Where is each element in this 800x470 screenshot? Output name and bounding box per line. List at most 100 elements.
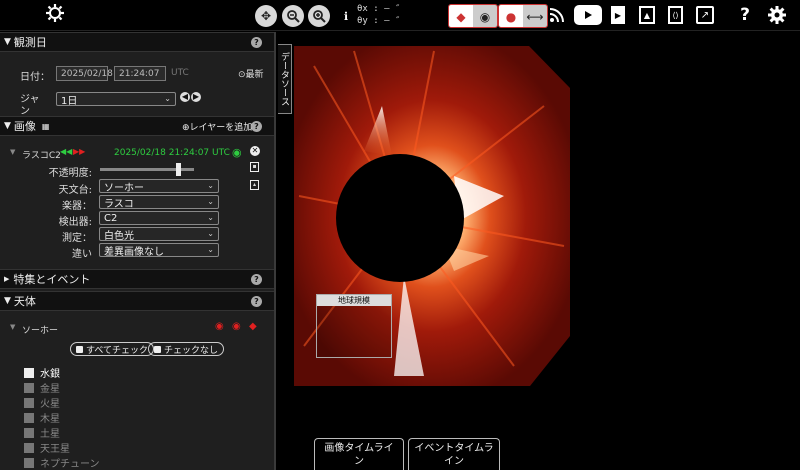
info-icon[interactable]: ℹ <box>341 9 351 23</box>
checkbox-icon <box>76 345 83 353</box>
help-icon[interactable]: ? <box>737 4 753 26</box>
top-toolbar: ✥ ℹ θx : – ″ θy : – ″ ◆ ◉ ● ⟷ ▶ ▲ ⟨⟩ ↗ ? <box>0 0 800 31</box>
globe-icon[interactable]: ● <box>499 5 523 27</box>
observatory-select[interactable]: ソーホー ⌄ <box>99 179 219 194</box>
image-timeline-button[interactable]: 画像タイムライン <box>314 438 404 470</box>
chevron-down-icon: ⌄ <box>207 245 214 254</box>
chevron-down-icon: ⌄ <box>164 94 171 103</box>
layer-collapse-icon[interactable]: ▼ <box>10 148 15 156</box>
youtube-icon[interactable] <box>574 5 602 25</box>
features-events-header[interactable]: ▶ 特集とイベント ? <box>0 269 274 289</box>
difference-select[interactable]: 差異画像なし ⌄ <box>99 243 219 258</box>
remove-layer-icon[interactable]: ✕ <box>250 146 260 156</box>
zoom-in-button[interactable] <box>308 5 330 27</box>
cube-3d-icon[interactable]: ◆ <box>449 5 473 27</box>
step-back-icon[interactable]: ◀◀ <box>60 147 72 156</box>
instrument-select[interactable]: ラスコ ⌄ <box>99 195 219 210</box>
body-item[interactable]: 天王星 <box>24 440 70 455</box>
jump-select[interactable]: 1日 ⌄ <box>56 92 176 107</box>
jump-back-button[interactable]: ◀ <box>180 92 190 102</box>
center-viewport-button[interactable]: ✥ <box>255 5 277 27</box>
timezone-label: UTC <box>171 68 189 78</box>
help-icon[interactable]: ? <box>251 121 262 132</box>
bodies-group-collapse-icon[interactable]: ▼ <box>10 323 15 331</box>
body-item[interactable]: 火星 <box>24 395 60 410</box>
theta-x-value: : – ″ <box>373 4 401 14</box>
check-none-button[interactable]: チェックなし <box>148 342 225 356</box>
date-input[interactable]: 2025/02/18 <box>56 66 113 81</box>
chevron-down-icon: ⌄ <box>207 229 214 238</box>
visibility-eye-icon[interactable]: ◉ <box>232 146 242 159</box>
measurement-label: 測定： <box>62 233 92 244</box>
images-header[interactable]: ▼ 画像 ▦ ⊕レイヤーを追加 ? <box>0 116 274 136</box>
checkbox-icon[interactable] <box>24 442 34 453</box>
checkbox-icon[interactable] <box>24 427 34 438</box>
instrument-label: 楽器： <box>62 201 92 212</box>
section-title: 観測日 <box>13 36 47 49</box>
visibility-toggle-icon[interactable]: ◉ <box>232 321 241 332</box>
chevron-down-icon: ⌄ <box>207 181 214 190</box>
rss-icon[interactable] <box>548 6 566 24</box>
time-input[interactable]: 21:24:07 <box>114 66 166 81</box>
download-icon[interactable]: ▪ <box>250 162 259 172</box>
date-label: 日付： <box>20 72 50 83</box>
theta-y-value: : – ″ <box>373 16 401 26</box>
opacity-slider[interactable] <box>100 163 194 176</box>
body-item[interactable]: 金星 <box>24 380 60 395</box>
chevron-down-icon: ⌄ <box>207 197 214 206</box>
checkbox-icon[interactable] <box>24 412 34 423</box>
section-title: 天体 <box>13 295 36 308</box>
layer-timestamp: 2025/02/18 21:24:07 UTC <box>114 148 230 158</box>
event-timeline-button[interactable]: イベントタイムラ イン <box>408 438 500 470</box>
checkbox-icon <box>154 345 161 353</box>
jump-forward-button[interactable]: ▶ <box>191 92 201 102</box>
earth-scale-indicator[interactable]: 地球規模 <box>316 294 392 358</box>
clock-icon: ⊙ <box>238 70 246 80</box>
detector-select[interactable]: C2 ⌄ <box>99 211 219 225</box>
add-layer-button[interactable]: ⊕レイヤーを追加 <box>182 120 252 133</box>
movie-icon[interactable]: ▶ <box>611 6 625 24</box>
body-item[interactable]: 木星 <box>24 410 60 425</box>
image-info-icon[interactable]: ▴ <box>250 180 259 190</box>
step-forward-icon[interactable]: ▶▶ <box>73 147 85 156</box>
help-icon[interactable]: ? <box>251 274 262 285</box>
target-icon[interactable]: ◉ <box>473 5 497 27</box>
celestial-bodies-header[interactable]: ▼ 天体 ? <box>0 291 274 311</box>
measurement-select[interactable]: 白色光 ⌄ <box>99 227 219 242</box>
zoom-out-button[interactable] <box>282 5 304 27</box>
share-icon[interactable]: ↗ <box>696 6 714 24</box>
label-toggle-icon[interactable]: ◆ <box>249 321 257 332</box>
horizontal-arrows-icon[interactable]: ⟷ <box>523 5 547 27</box>
checkbox-icon[interactable] <box>24 457 34 468</box>
screenshot-icon[interactable]: ▲ <box>639 6 655 24</box>
checkbox-icon[interactable] <box>24 397 34 408</box>
body-item[interactable]: 土星 <box>24 425 60 440</box>
earth-scale-label: 地球規模 <box>317 295 391 306</box>
difference-label: 違い <box>72 249 92 260</box>
view-mode-group: ◆ ◉ <box>448 4 498 28</box>
theta-x-label: θx <box>357 4 368 14</box>
coordinate-readout: θx : – ″ θy : – ″ <box>357 3 400 27</box>
body-item[interactable]: 水銀 <box>24 365 60 380</box>
gear-icon[interactable] <box>44 2 66 24</box>
help-icon[interactable]: ? <box>251 37 262 48</box>
settings-icon[interactable] <box>766 4 788 26</box>
help-icon[interactable]: ? <box>251 296 262 307</box>
layer-name: ラスコC2 <box>22 151 61 161</box>
theta-y-label: θy <box>357 16 368 26</box>
trajectory-toggle-icon[interactable]: ◉ <box>215 321 224 332</box>
checkbox-icon[interactable] <box>24 367 34 378</box>
opacity-slider-handle[interactable] <box>175 163 181 176</box>
observatory-label: 天文台: <box>58 185 92 196</box>
observation-date-header[interactable]: ▼ 観測日 ? <box>0 32 274 52</box>
grid-icon[interactable]: ▦ <box>42 122 50 131</box>
solar-viewport[interactable]: データソース 地球規模 画像タイムライン イベントタイムラ イン <box>278 32 800 470</box>
data-file-icon[interactable]: ⟨⟩ <box>668 6 683 24</box>
body-item[interactable]: ネプチューン <box>24 455 100 470</box>
detector-label: 検出器: <box>58 217 92 228</box>
latest-button[interactable]: ⊙最新 <box>238 67 264 80</box>
check-all-button[interactable]: すべてチェック <box>70 342 155 356</box>
data-source-tab[interactable]: データソース <box>278 44 292 114</box>
chevron-down-icon: ⌄ <box>207 213 214 222</box>
checkbox-icon[interactable] <box>24 382 34 393</box>
